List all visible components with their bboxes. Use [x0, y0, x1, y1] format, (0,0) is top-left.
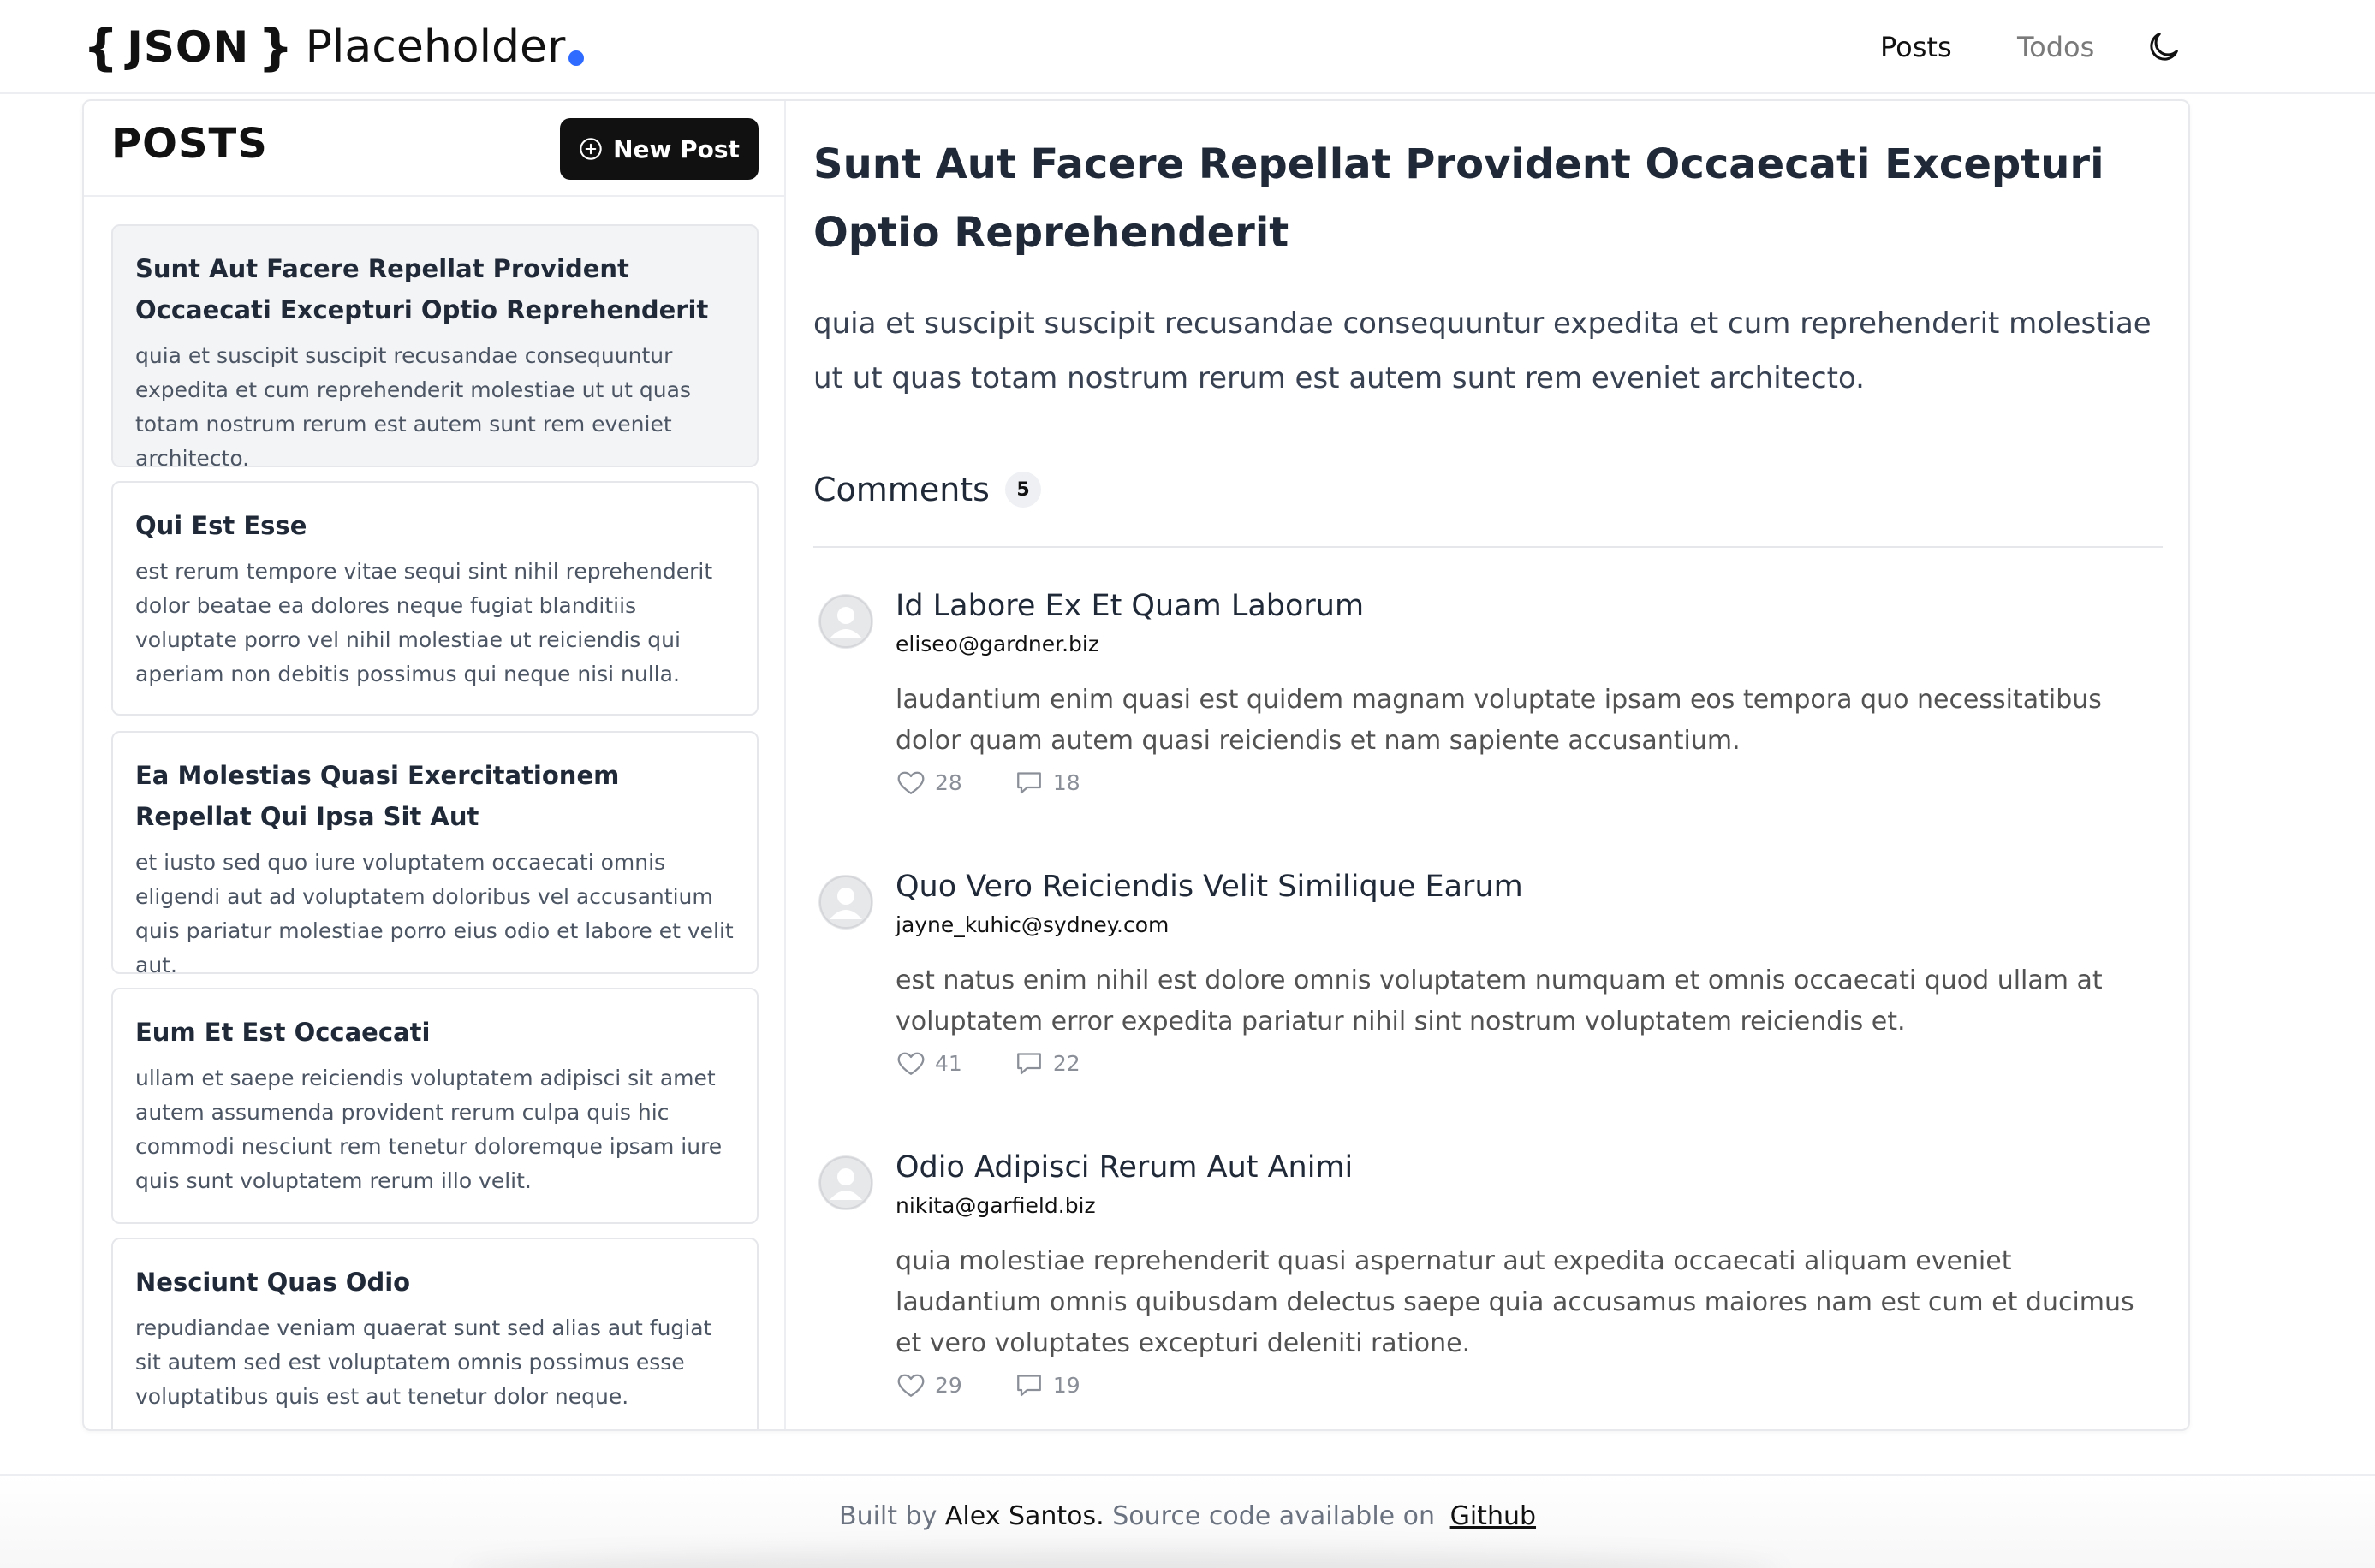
post-card-title: Eum Et Est Occaecati	[135, 1018, 431, 1047]
footer-author-link[interactable]: Alex Santos.	[945, 1501, 1104, 1531]
comment-bubble-icon	[1016, 772, 1041, 794]
comment-author-email: jayne_kuhic@sydney.com	[896, 912, 1170, 937]
theme-toggle-button[interactable]	[2144, 27, 2183, 67]
comment-actions: 41 22	[896, 1048, 1132, 1078]
nav-link-posts[interactable]: Posts	[1880, 21, 1952, 73]
avatar	[818, 875, 873, 930]
reply-count: 19	[1052, 1372, 1080, 1398]
comment-item: Quo Vero Reiciendis Velit Similique Earu…	[813, 870, 2163, 1126]
user-avatar-icon	[819, 876, 872, 929]
comment-body: laudantium enim quasi est quidem magnam …	[896, 685, 2102, 756]
reply-button[interactable]: 18	[1014, 767, 1080, 798]
comments-heading: Comments	[813, 471, 990, 508]
logo-placeholder-text: Placeholder	[305, 21, 566, 73]
reply-button[interactable]: 22	[1014, 1048, 1080, 1078]
like-button[interactable]: 29	[896, 1369, 962, 1400]
comment-item: Odio Adipisci Rerum Aut Animi nikita@gar…	[813, 1150, 2163, 1429]
post-card-2[interactable]: Qui Est Esse est rerum tempore vitae seq…	[111, 481, 759, 716]
avatar	[818, 594, 873, 649]
comment-bubble-icon	[1016, 1375, 1041, 1397]
footer-source-text: Source code available on	[1112, 1501, 1436, 1531]
post-detail: Sunt Aut Facere Repellat Provident Occae…	[813, 101, 2163, 1429]
comment-actions: 29 19	[896, 1369, 1132, 1400]
post-card-body: est rerum tempore vitae sequi sint nihil…	[135, 559, 713, 686]
comment-author-name: Quo Vero Reiciendis Velit Similique Earu…	[896, 870, 1523, 904]
comment-author-email: nikita@garfield.biz	[896, 1193, 1096, 1218]
post-card-title: Ea Molestias Quasi Exercitationem Repell…	[135, 761, 620, 831]
post-detail-body: quia et suscipit suscipit recusandae con…	[813, 306, 2152, 395]
like-count: 41	[935, 1050, 962, 1076]
heart-icon	[897, 1052, 925, 1075]
comment-actions: 28 18	[896, 767, 1132, 798]
comment-author-name: Odio Adipisci Rerum Aut Animi	[896, 1150, 1354, 1185]
heart-icon	[897, 771, 925, 794]
post-detail-title: Sunt Aut Facere Repellat Provident Occae…	[813, 140, 2104, 257]
comment-body: est natus enim nihil est dolore omnis vo…	[896, 965, 2103, 1036]
like-count: 28	[935, 769, 962, 795]
footer-built-by: Built by	[838, 1501, 938, 1531]
post-card-3[interactable]: Ea Molestias Quasi Exercitationem Repell…	[111, 731, 759, 977]
sidebar-header: POSTS New Post	[84, 101, 786, 197]
post-card-body: et iusto sed quo iure voluptatem occaeca…	[135, 850, 734, 977]
post-card-title: Nesciunt Quas Odio	[135, 1268, 411, 1297]
post-card-5[interactable]: Nesciunt Quas Odio repudiandae veniam qu…	[111, 1238, 759, 1429]
reply-button[interactable]: 19	[1014, 1369, 1080, 1400]
post-card-body: repudiandae veniam quaerat sunt sed alia…	[135, 1316, 712, 1409]
logo-dot	[568, 50, 585, 66]
post-card-4[interactable]: Eum Et Est Occaecati ullam et saepe reic…	[111, 988, 759, 1224]
comments-divider	[813, 546, 2163, 548]
footer-github-link[interactable]: Github	[1450, 1501, 1536, 1531]
post-card-1[interactable]: Sunt Aut Facere Repellat Provident Occae…	[111, 224, 759, 471]
comment-author-email: eliseo@gardner.biz	[896, 632, 1099, 656]
like-button[interactable]: 28	[896, 767, 962, 798]
nav-link-todos[interactable]: Todos	[2017, 21, 2094, 73]
comments-header: Comments 5	[813, 471, 1041, 508]
logo-brace-open: {	[83, 18, 119, 76]
like-count: 29	[935, 1372, 962, 1398]
moon-icon	[2150, 33, 2178, 61]
comment-body: quia molestiae reprehenderit quasi asper…	[896, 1246, 2134, 1358]
post-card-body: ullam et saepe reiciendis voluptatem adi…	[135, 1066, 723, 1193]
logo-brace-close: }	[258, 18, 294, 76]
comment-item: Id Labore Ex Et Quam Laborum eliseo@gard…	[813, 589, 2163, 846]
like-button[interactable]: 41	[896, 1048, 962, 1078]
page-footer: Built by Alex Santos. Source code availa…	[0, 1474, 2375, 1568]
footer-text: Built by Alex Santos. Source code availa…	[0, 1501, 2375, 1531]
user-avatar-icon	[819, 1156, 872, 1209]
reply-count: 22	[1052, 1050, 1080, 1076]
post-card-body: quia et suscipit suscipit recusandae con…	[135, 343, 691, 471]
top-navbar: { JSON } Placeholder Posts Todos	[0, 0, 2375, 94]
new-post-button[interactable]: New Post	[560, 118, 759, 180]
footer-shadow	[462, 1551, 1781, 1568]
comment-author-name: Id Labore Ex Et Quam Laborum	[896, 589, 1365, 623]
main-panel: POSTS New Post Sunt Aut Facere Repellat …	[82, 99, 2190, 1431]
reply-count: 18	[1052, 769, 1080, 795]
post-card-title: Sunt Aut Facere Repellat Provident Occae…	[135, 254, 709, 324]
heart-icon	[897, 1374, 925, 1397]
plus-circle-icon	[580, 138, 602, 160]
posts-heading: POSTS	[111, 120, 268, 168]
comments-count-badge: 5	[1004, 472, 1041, 508]
avatar	[818, 1155, 873, 1210]
post-card-title: Qui Est Esse	[135, 511, 307, 540]
logo-json-text: JSON	[127, 22, 250, 72]
logo[interactable]: { JSON } Placeholder	[83, 12, 585, 82]
posts-sidebar: POSTS New Post Sunt Aut Facere Repellat …	[84, 101, 786, 1429]
user-avatar-icon	[819, 595, 872, 648]
new-post-label: New Post	[613, 134, 740, 163]
comment-bubble-icon	[1016, 1053, 1041, 1075]
